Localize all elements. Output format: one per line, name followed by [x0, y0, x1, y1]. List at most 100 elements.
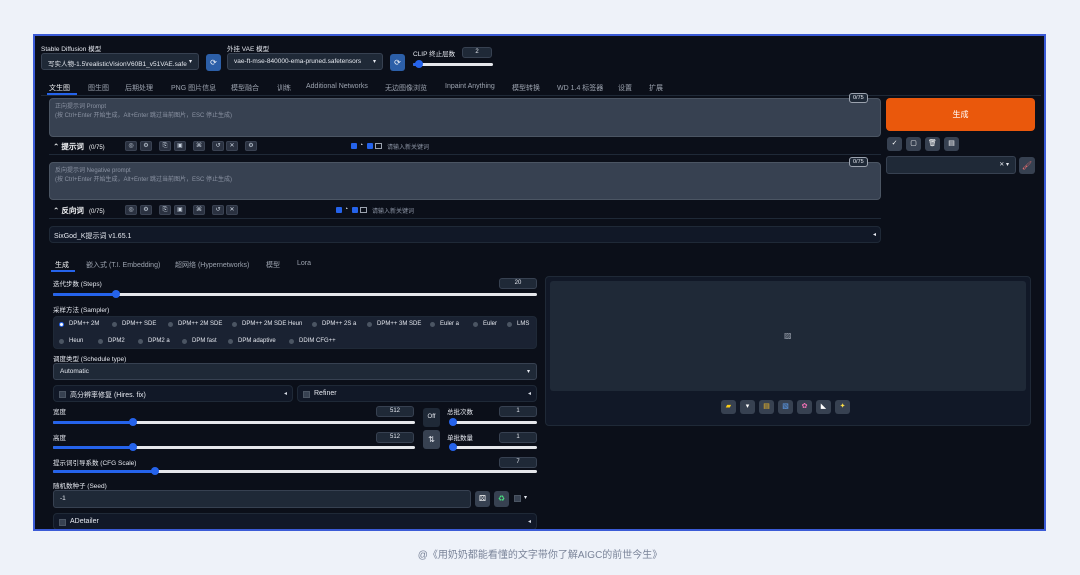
- seed-input[interactable]: -1: [53, 490, 471, 508]
- adetailer-accordion[interactable]: ADetailer ◂: [53, 513, 537, 529]
- chevron-down-icon[interactable]: ▾: [524, 494, 527, 501]
- checkbox-empty-icon[interactable]: [375, 143, 382, 149]
- trash-icon[interactable]: 🗑: [925, 137, 940, 151]
- batch-count-input[interactable]: 1: [499, 406, 537, 417]
- note-icon[interactable]: ▤: [944, 137, 959, 151]
- height-input[interactable]: 512: [376, 432, 414, 443]
- tab-model-convert[interactable]: 模型转换: [512, 83, 540, 93]
- styles-select[interactable]: ✕ ▾: [886, 156, 1016, 174]
- undo-icon[interactable]: ↺: [212, 205, 224, 215]
- subtab-lora[interactable]: Lora: [297, 260, 311, 267]
- tab-txt2img[interactable]: 文生图: [49, 83, 70, 93]
- cfg-slider[interactable]: [53, 467, 537, 475]
- send-to-img2img-icon[interactable]: ▧: [778, 400, 793, 414]
- send-to-extras-icon[interactable]: ◣: [816, 400, 831, 414]
- power-icon[interactable]: ◔: [344, 206, 348, 213]
- width-input[interactable]: 512: [376, 406, 414, 417]
- steps-slider[interactable]: [53, 290, 537, 298]
- sixgod-accordion[interactable]: SixGod_K提示词 v1.65.1 ◂: [49, 226, 881, 243]
- sampler-option[interactable]: DPM fast: [179, 336, 221, 348]
- sampler-option[interactable]: Euler: [470, 319, 501, 331]
- checkbox-empty-icon[interactable]: [303, 391, 310, 398]
- sampler-option[interactable]: LMS: [504, 319, 533, 331]
- recycle-icon[interactable]: ♻: [494, 491, 509, 507]
- checkbox-icon[interactable]: [352, 207, 358, 213]
- power-icon[interactable]: ◔: [359, 142, 363, 149]
- swap-icon[interactable]: ⇅: [423, 430, 440, 449]
- sampler-option[interactable]: DPM2: [95, 336, 129, 348]
- brush-icon[interactable]: 🖌: [1019, 157, 1035, 174]
- send-to-inpaint-icon[interactable]: ✿: [797, 400, 812, 414]
- keyword-input[interactable]: 请输入新关键词: [387, 142, 429, 151]
- checkbox-empty-icon[interactable]: [360, 207, 367, 213]
- hires-fix-accordion[interactable]: 高分辨率修复 (Hires. fix) ◂: [53, 385, 293, 402]
- sampler-option[interactable]: DPM++ 2M SDE: [165, 319, 226, 331]
- clipboard-icon[interactable]: ▢: [906, 137, 921, 151]
- tab-png-info[interactable]: PNG 图片信息: [171, 83, 216, 93]
- sampler-option[interactable]: DDIM CFG++: [286, 336, 340, 348]
- sampler-option[interactable]: DPM++ 2M: [56, 319, 103, 331]
- dice-icon[interactable]: ⚄: [475, 491, 490, 507]
- sampler-option[interactable]: DPM++ SDE: [109, 319, 160, 331]
- refresh-icon[interactable]: ⟳: [206, 54, 221, 71]
- height-slider[interactable]: [53, 443, 415, 451]
- history-icon[interactable]: ⌘: [193, 205, 205, 215]
- subtab-model[interactable]: 模型: [266, 260, 280, 270]
- generate-button[interactable]: 生成: [886, 98, 1035, 131]
- settings-icon[interactable]: ⚙: [140, 205, 152, 215]
- checkbox-empty-icon[interactable]: [59, 391, 66, 398]
- subtab-embedding[interactable]: 嵌入式 (T.I. Embedding): [86, 260, 160, 270]
- sparkle-icon[interactable]: ✦: [835, 400, 850, 414]
- undo-icon[interactable]: ↺: [212, 141, 224, 151]
- globe-icon[interactable]: ◎: [125, 205, 137, 215]
- subtab-hypernetworks[interactable]: 超网络 (Hypernetworks): [175, 260, 249, 270]
- tab-wd-tagger[interactable]: WD 1.4 标签器: [557, 83, 603, 93]
- sampler-option[interactable]: DPM++ 2M SDE Heun: [229, 319, 306, 331]
- batch-count-slider[interactable]: [448, 418, 537, 426]
- refresh-vae-icon[interactable]: ⟳: [390, 54, 405, 71]
- width-slider[interactable]: [53, 418, 415, 426]
- tab-image-browser[interactable]: 无边图像浏览: [385, 83, 427, 93]
- checkbox-icon[interactable]: [351, 143, 357, 149]
- paste-icon[interactable]: ▣: [174, 205, 186, 215]
- sampler-option[interactable]: DPM++ 3M SDE: [364, 319, 425, 331]
- sampler-option[interactable]: DPM++ 2S a: [309, 319, 360, 331]
- folder-icon[interactable]: ▰: [721, 400, 736, 414]
- tab-img2img[interactable]: 图生图: [88, 83, 109, 93]
- checkbox-empty-icon[interactable]: [514, 495, 521, 502]
- collapse-icon[interactable]: ⌃: [53, 142, 59, 151]
- copy-icon[interactable]: ⎘: [159, 205, 171, 215]
- sampler-option[interactable]: DPM adaptive: [225, 336, 280, 348]
- tab-inpaint-anything[interactable]: Inpaint Anything: [445, 83, 495, 90]
- extra-settings-icon[interactable]: ⚙: [245, 141, 257, 151]
- trash-icon[interactable]: ✕: [226, 205, 238, 215]
- prompt-textarea[interactable]: 正向提示词 Prompt (按 Ctrl+Enter 开始生成，Alt+Ente…: [49, 98, 881, 137]
- negative-keyword-input[interactable]: 请输入新关键词: [372, 206, 414, 215]
- refiner-accordion[interactable]: Refiner ◂: [297, 385, 537, 402]
- globe-icon[interactable]: ◎: [125, 141, 137, 151]
- settings-icon[interactable]: ⚙: [140, 141, 152, 151]
- history-icon[interactable]: ⌘: [193, 141, 205, 151]
- tab-train[interactable]: 训练: [277, 83, 291, 93]
- subtab-generation[interactable]: 生成: [55, 260, 69, 270]
- schedule-select[interactable]: Automatic ▾: [53, 363, 537, 380]
- save-icon[interactable]: ▾: [740, 400, 755, 414]
- tab-model-merge[interactable]: 模型融合: [231, 83, 259, 93]
- sampler-option[interactable]: Euler a: [427, 319, 463, 331]
- tab-settings[interactable]: 设置: [618, 83, 632, 93]
- checkbox-empty-icon[interactable]: [59, 519, 66, 526]
- batch-size-slider[interactable]: [448, 443, 537, 451]
- cfg-input[interactable]: 7: [499, 457, 537, 468]
- trash-icon[interactable]: ✕: [226, 141, 238, 151]
- sampler-option[interactable]: DPM2 a: [135, 336, 174, 348]
- checkbox-icon[interactable]: [336, 207, 342, 213]
- copy-icon[interactable]: ⎘: [159, 141, 171, 151]
- paste-icon[interactable]: ▣: [174, 141, 186, 151]
- check-icon[interactable]: ✓: [887, 137, 902, 151]
- clip-slider[interactable]: [413, 60, 493, 68]
- vae-select[interactable]: vae-ft-mse-840000-ema-pruned.safetensors…: [227, 53, 383, 70]
- tab-extensions[interactable]: 扩展: [649, 83, 663, 93]
- clip-input[interactable]: 2: [462, 47, 492, 58]
- sampler-option[interactable]: Heun: [56, 336, 87, 348]
- tab-extras[interactable]: 后期处理: [125, 83, 153, 93]
